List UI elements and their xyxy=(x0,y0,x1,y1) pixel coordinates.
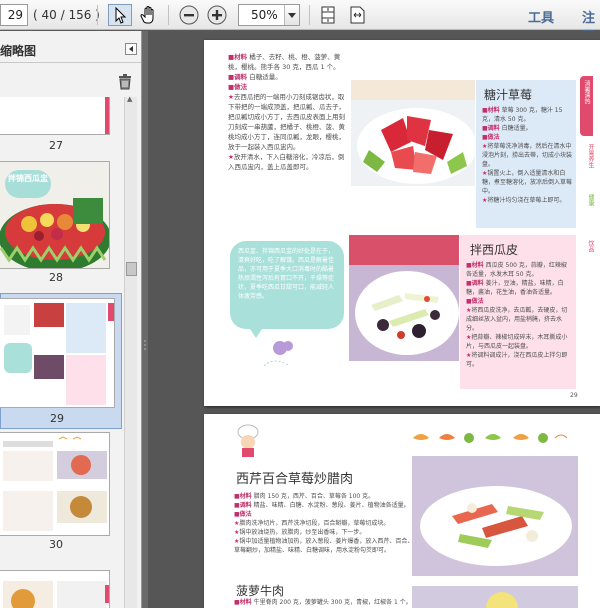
scroll-up-icon[interactable]: ▲ xyxy=(127,95,132,103)
recipe-card-watermelon-rind: 拌西瓜皮 ■材料 西瓜皮 500 克，蒜瓣，红辣椒各适量，水发木耳 50 克。 … xyxy=(460,235,576,389)
recipe-line: ★去西瓜把的一端用小刀刻成锯齿状，取下带把的一端成顶盖，把瓜瓤、瓜去子，把瓜瓤切… xyxy=(228,93,345,151)
recipe-title: 拌西瓜皮 xyxy=(470,243,519,257)
recipe-line: ■材料 橘子、去籽、桃、橙、菠萝、黄桃，樱桃。熊手各 30 克，西瓜 1 个。 xyxy=(228,53,341,71)
fit-page-icon xyxy=(321,6,335,24)
zoom-out-button[interactable] xyxy=(178,4,202,26)
thumbnail-list: 27 拌锦西瓜盅 28 29 30 xyxy=(0,97,124,608)
strawberry-dish-photo xyxy=(351,80,475,186)
page-count: ( 40 / 156 ) xyxy=(33,8,100,22)
chevron-down-icon[interactable] xyxy=(284,5,299,25)
select-tool-button[interactable] xyxy=(108,4,132,26)
recipe-line: ★放开清水，下入白糖溶化，冷凉后，倒入西瓜盅内，盖上瓜盖即可。 xyxy=(228,153,345,171)
fit-width-button[interactable] xyxy=(346,4,370,26)
pineapple-beef-photo xyxy=(412,586,578,608)
recipe-text: ■材料 腊肉 150 克，西芹、百合、草莓各 100 克。 ■调料 精盐、味精、… xyxy=(234,493,414,554)
thumbnail-scrollbar[interactable]: ▲ xyxy=(124,95,137,608)
chevron-left-icon xyxy=(129,46,133,52)
fit-width-icon xyxy=(350,6,365,24)
recipe-title: 西芹百合草莓炒腊肉 xyxy=(236,472,354,487)
thumbnail-page-31[interactable] xyxy=(0,560,122,608)
thumbnails-header: 缩略图 xyxy=(0,31,141,63)
toolbar-divider xyxy=(168,5,169,25)
fit-page-button[interactable] xyxy=(317,4,341,26)
section-tab[interactable]: 饮品 xyxy=(584,236,597,276)
recipe-title: 菠萝牛肉 xyxy=(236,584,285,598)
recipe-line: ■调料 白糖适量。 xyxy=(228,73,282,81)
tools-pane-button[interactable]: 工具 xyxy=(528,7,554,26)
toolbar: 29 ( 40 / 156 ) 50% 工具 注 xyxy=(0,0,600,45)
toolbar-divider xyxy=(309,5,310,25)
section-tab[interactable]: 消暑清热 xyxy=(580,76,593,136)
document-view[interactable]: ■材料 橘子、去籽、桃、橙、菠萝、黄桃，樱桃。熊手各 30 克，西瓜 1 个。 … xyxy=(148,31,600,608)
section-tab[interactable]: 开胃养生 xyxy=(584,140,597,188)
page-number-input[interactable]: 29 xyxy=(0,4,28,26)
tip-text: 西瓜盅、拌锦西瓜盅的好处是在于，清爽好吃，吃了解饿。西瓜是解暑佳品，亦可用于夏季… xyxy=(238,248,335,300)
thumbnail-page-29-selected[interactable]: 29 xyxy=(0,293,122,429)
thumbnail-image xyxy=(0,570,110,608)
toolbar-divider xyxy=(97,5,98,25)
thumbnail-image xyxy=(0,298,115,408)
thumbnail-page-27[interactable]: 27 xyxy=(0,97,122,153)
bubble-tail-decoration xyxy=(248,326,293,366)
thumbnail-page-30[interactable]: 30 xyxy=(0,424,122,554)
recipe-text-left: ■材料 橘子、去籽、桃、橙、菠萝、黄桃，樱桃。熊手各 30 克，西瓜 1 个。 … xyxy=(228,52,346,172)
thumbnail-page-28[interactable]: 拌锦西瓜盅 28 xyxy=(0,155,122,287)
thumbnail-page-number: 27 xyxy=(49,139,63,152)
document-page-30: 西芹百合草莓炒腊肉 ■材料 腊肉 150 克，西芹、百合、草莓各 100 克。 … xyxy=(204,414,600,608)
recipe-text: ■材料 牛里脊肉 200 克，菠萝罐头 300 克，青椒，红椒各 1 个。 xyxy=(234,599,412,606)
section-tab[interactable]: 健康 xyxy=(584,190,597,230)
zoom-select[interactable]: 50% xyxy=(238,4,300,26)
page-number: 29 xyxy=(570,392,578,399)
zoom-value: 50% xyxy=(251,8,278,22)
zoom-in-button[interactable] xyxy=(206,4,230,26)
collapse-panel-button[interactable] xyxy=(125,43,137,55)
recipe-title: 糖汁草莓 xyxy=(484,88,533,102)
chef-mascot-icon xyxy=(237,424,259,457)
trash-icon xyxy=(119,74,131,90)
scrollbar-thumb[interactable] xyxy=(126,262,137,276)
recipe-card-strawberry: 糖汁草莓 ■材料 草莓 300 克，糖汁 15 克，清水 50 克。 ■调料 白… xyxy=(476,80,576,228)
tip-bubble: 西瓜盅、拌锦西瓜盅的好处是在于，清爽好吃，吃了解饿。西瓜是解暑佳品，亦可用于夏季… xyxy=(230,241,344,329)
thumbnails-title: 缩略图 xyxy=(0,44,37,58)
recipe-text: ■材料 草莓 300 克，糖汁 15 克，清水 50 克。 ■调料 白糖适量。 … xyxy=(482,107,573,204)
thumbnail-page-number: 28 xyxy=(49,271,63,284)
recipe-text: ■材料 西瓜皮 500 克，蒜瓣，红辣椒各适量，水发木耳 50 克。 ■调料 姜… xyxy=(466,262,568,368)
document-page-29: ■材料 橘子、去籽、桃、橙、菠萝、黄桃，樱桃。熊手各 30 克，西瓜 1 个。 … xyxy=(204,40,600,406)
hand-tool-button[interactable] xyxy=(137,4,161,26)
thumbnails-panel: 缩略图 27 拌锦西瓜盅 28 29 30 ▲ xyxy=(0,31,142,608)
thumbnail-image: 拌锦西瓜盅 xyxy=(0,161,110,269)
minus-circle-icon xyxy=(179,5,199,25)
hand-icon xyxy=(140,6,154,24)
thumbnail-image xyxy=(0,432,110,536)
celery-lily-stirfry-photo xyxy=(412,456,578,576)
plus-circle-icon xyxy=(207,5,227,25)
decoration-leaves xyxy=(413,433,568,443)
delete-page-button[interactable] xyxy=(118,74,132,90)
thumbnail-image xyxy=(0,97,110,135)
thumbnail-badge: 拌锦西瓜盅 xyxy=(8,174,48,183)
watermelon-rind-salad-photo xyxy=(349,235,459,361)
cursor-arrow-icon xyxy=(115,6,127,24)
thumbnail-page-number: 30 xyxy=(49,538,63,551)
recipe-line: ■做法 xyxy=(228,83,248,91)
